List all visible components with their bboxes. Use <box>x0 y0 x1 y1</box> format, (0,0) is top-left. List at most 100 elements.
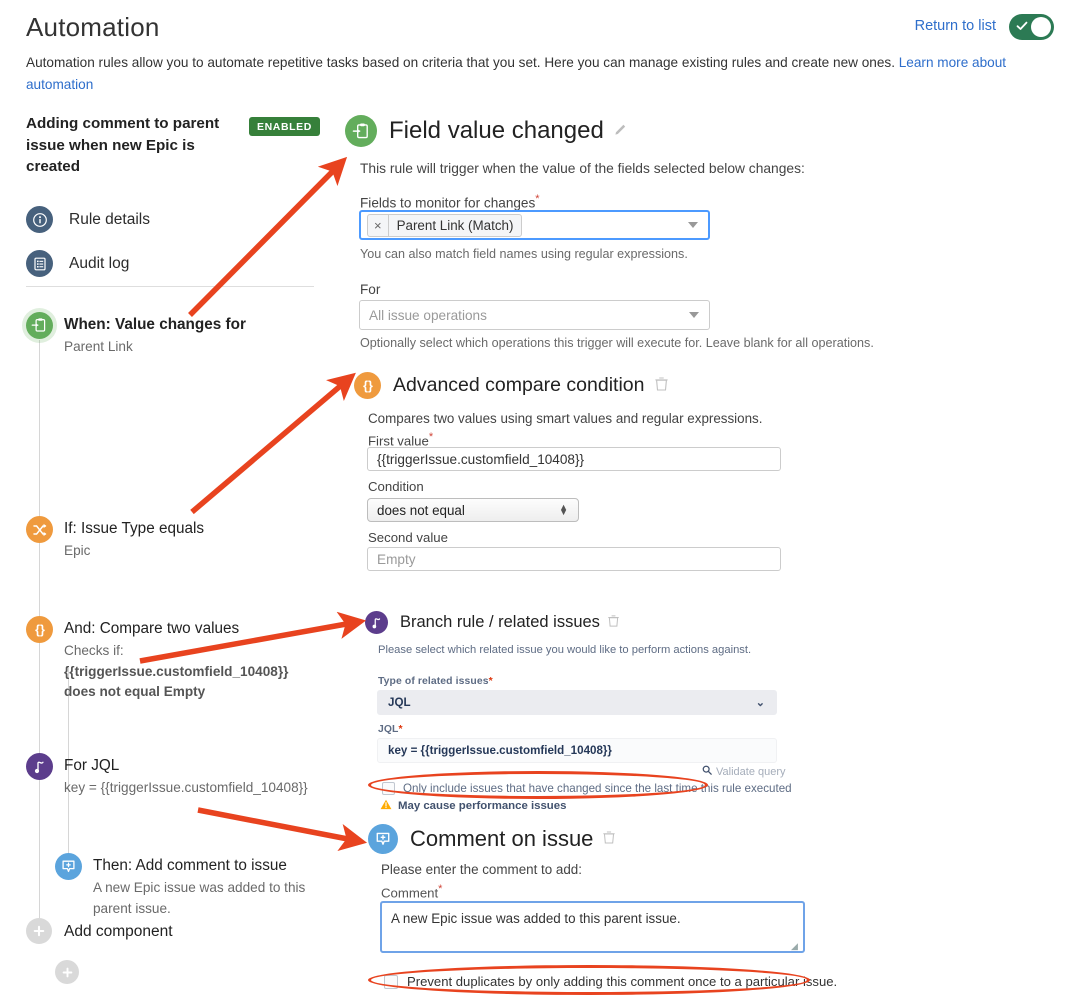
required-asterisk: * <box>398 724 403 735</box>
sidebar-item-audit-log[interactable]: Audit log <box>26 250 129 277</box>
fields-hint: You can also match field names using reg… <box>360 247 688 261</box>
branch-panel-header: Branch rule / related issues <box>365 611 619 634</box>
tree-node-subtitle: Parent Link <box>64 339 133 354</box>
validate-query-button[interactable]: Validate query <box>702 765 786 778</box>
tree-node-subtitle: Epic <box>64 543 91 558</box>
first-value-label: First value* <box>368 431 433 448</box>
branch-icon <box>365 611 388 634</box>
condition-description: Compares two values using smart values a… <box>368 411 763 426</box>
branch-description: Please select which related issue you wo… <box>378 644 752 656</box>
tree-node-title: And: Compare two values <box>64 620 240 637</box>
fields-to-monitor-label: Fields to monitor for changes* <box>360 193 540 211</box>
tree-node-subtitle-line2: {{triggerIssue.customfield_10408}} <box>64 663 289 679</box>
automation-page: Automation Return to list Automation rul… <box>0 0 1074 999</box>
tree-node-title: If: Issue Type equals <box>64 520 205 537</box>
type-of-related-issues-select[interactable]: JQL ⌄ <box>377 690 777 715</box>
trash-icon[interactable] <box>603 830 616 848</box>
updown-arrows-icon: ▲ ▼ <box>559 502 568 517</box>
branch-icon <box>26 753 53 780</box>
return-to-list-link[interactable]: Return to list <box>915 18 996 34</box>
annotation-arrow-1 <box>188 156 348 317</box>
comment-textarea[interactable]: A new Epic issue was added to this paren… <box>380 901 805 953</box>
first-value-text: {{triggerIssue.customfield_10408}} <box>377 451 585 467</box>
tree-node-subtitle: key = {{triggerIssue.customfield_10408}} <box>64 780 308 795</box>
jql-input[interactable]: key = {{triggerIssue.customfield_10408}} <box>377 738 777 763</box>
second-value-label: Second value <box>368 530 448 545</box>
comment-panel-header: Comment on issue <box>368 824 616 854</box>
plus-icon <box>55 960 79 984</box>
comment-label-text: Comment <box>381 885 439 901</box>
required-asterisk: * <box>488 676 493 687</box>
for-select-value: All issue operations <box>369 307 487 323</box>
tree-node-title: When: Value changes for <box>64 316 246 333</box>
selected-field-chip[interactable]: × Parent Link (Match) <box>367 213 523 237</box>
info-circle-icon <box>26 206 53 233</box>
sidebar-item-rule-details[interactable]: Rule details <box>26 206 150 233</box>
chevron-down-icon[interactable] <box>688 222 698 228</box>
condition-panel-title: Advanced compare condition <box>393 374 645 396</box>
trigger-clipboard-icon <box>26 312 53 339</box>
jql-label-text: JQL <box>378 724 399 735</box>
tree-node-subtitle-line3: does not equal Empty <box>64 684 206 700</box>
trigger-panel-title: Field value changed <box>389 117 604 144</box>
chevron-down-icon[interactable]: ⌄ <box>756 696 765 709</box>
trash-icon[interactable] <box>608 614 619 631</box>
page-title: Automation <box>26 12 160 42</box>
sidebar-item-label: Rule details <box>69 210 150 228</box>
resize-grip-icon[interactable]: ◢ <box>791 940 801 951</box>
jql-label: JQL* <box>378 724 403 735</box>
highlight-ellipse-only-changed <box>368 771 708 799</box>
required-asterisk: * <box>428 431 434 443</box>
fields-label-text: Fields to monitor for changes <box>360 195 536 211</box>
condition-label: Condition <box>368 479 424 494</box>
sidebar-item-label: Audit log <box>69 254 130 272</box>
add-component-label: Add component <box>64 923 173 940</box>
svg-text:{}: {} <box>363 378 373 392</box>
performance-warning: May cause performance issues <box>380 799 566 813</box>
condition-select[interactable]: does not equal ▲ ▼ <box>367 498 579 522</box>
intro-text: Automation rules allow you to automate r… <box>26 52 1048 97</box>
condition-panel-header: {} Advanced compare condition <box>354 372 668 399</box>
comment-panel-title: Comment on issue <box>410 826 594 851</box>
intro-sentence: Automation rules allow you to automate r… <box>26 55 899 70</box>
chevron-down-icon[interactable] <box>689 312 699 318</box>
required-asterisk: * <box>535 193 540 205</box>
curly-braces-icon: {} <box>26 616 53 643</box>
type-of-related-issues-label: Type of related issues* <box>378 676 493 687</box>
type-label-text: Type of related issues <box>378 676 489 687</box>
comment-description: Please enter the comment to add: <box>381 862 582 877</box>
close-icon[interactable]: × <box>368 214 389 236</box>
for-select[interactable]: All issue operations <box>359 300 710 330</box>
shuffle-icon <box>26 516 53 543</box>
condition-select-value: does not equal <box>377 502 465 518</box>
trigger-panel-header: Field value changed <box>345 115 628 147</box>
trigger-description: This rule will trigger when the value of… <box>360 161 805 176</box>
type-select-value: JQL <box>388 696 411 709</box>
trash-icon[interactable] <box>654 376 668 395</box>
second-value-input[interactable]: Empty <box>367 547 781 571</box>
trigger-clipboard-icon <box>345 115 377 147</box>
comment-value: A new Epic issue was added to this paren… <box>391 911 681 926</box>
rule-enabled-toggle[interactable] <box>1009 14 1054 40</box>
jql-value: key = {{triggerIssue.customfield_10408}} <box>388 744 612 757</box>
toggle-knob <box>1031 17 1051 37</box>
comment-add-icon <box>368 824 398 854</box>
curly-braces-icon: {} <box>354 372 381 399</box>
rule-name: Adding comment to parent issue when new … <box>26 115 220 176</box>
list-document-icon <box>26 250 53 277</box>
tree-node-title: For JQL <box>64 757 120 774</box>
first-value-input[interactable]: {{triggerIssue.customfield_10408}} <box>367 447 781 471</box>
tree-node-subtitle: Checks if: {{triggerIssue.customfield_10… <box>64 641 332 703</box>
fields-to-monitor-input[interactable]: × Parent Link (Match) <box>359 210 710 240</box>
branch-panel-title: Branch rule / related issues <box>400 613 600 631</box>
warning-triangle-icon <box>380 799 392 813</box>
tree-node-subtitle-line1: Checks if: <box>64 643 124 658</box>
performance-warning-label: May cause performance issues <box>398 800 567 812</box>
pencil-icon[interactable] <box>613 122 628 141</box>
magnifier-icon <box>702 765 712 778</box>
highlight-ellipse-prevent-duplicates <box>368 965 810 995</box>
comment-add-icon <box>55 853 82 880</box>
sidebar-divider <box>26 286 314 287</box>
required-asterisk: * <box>438 883 443 895</box>
tree-node-title: Then: Add comment to issue <box>93 857 287 874</box>
